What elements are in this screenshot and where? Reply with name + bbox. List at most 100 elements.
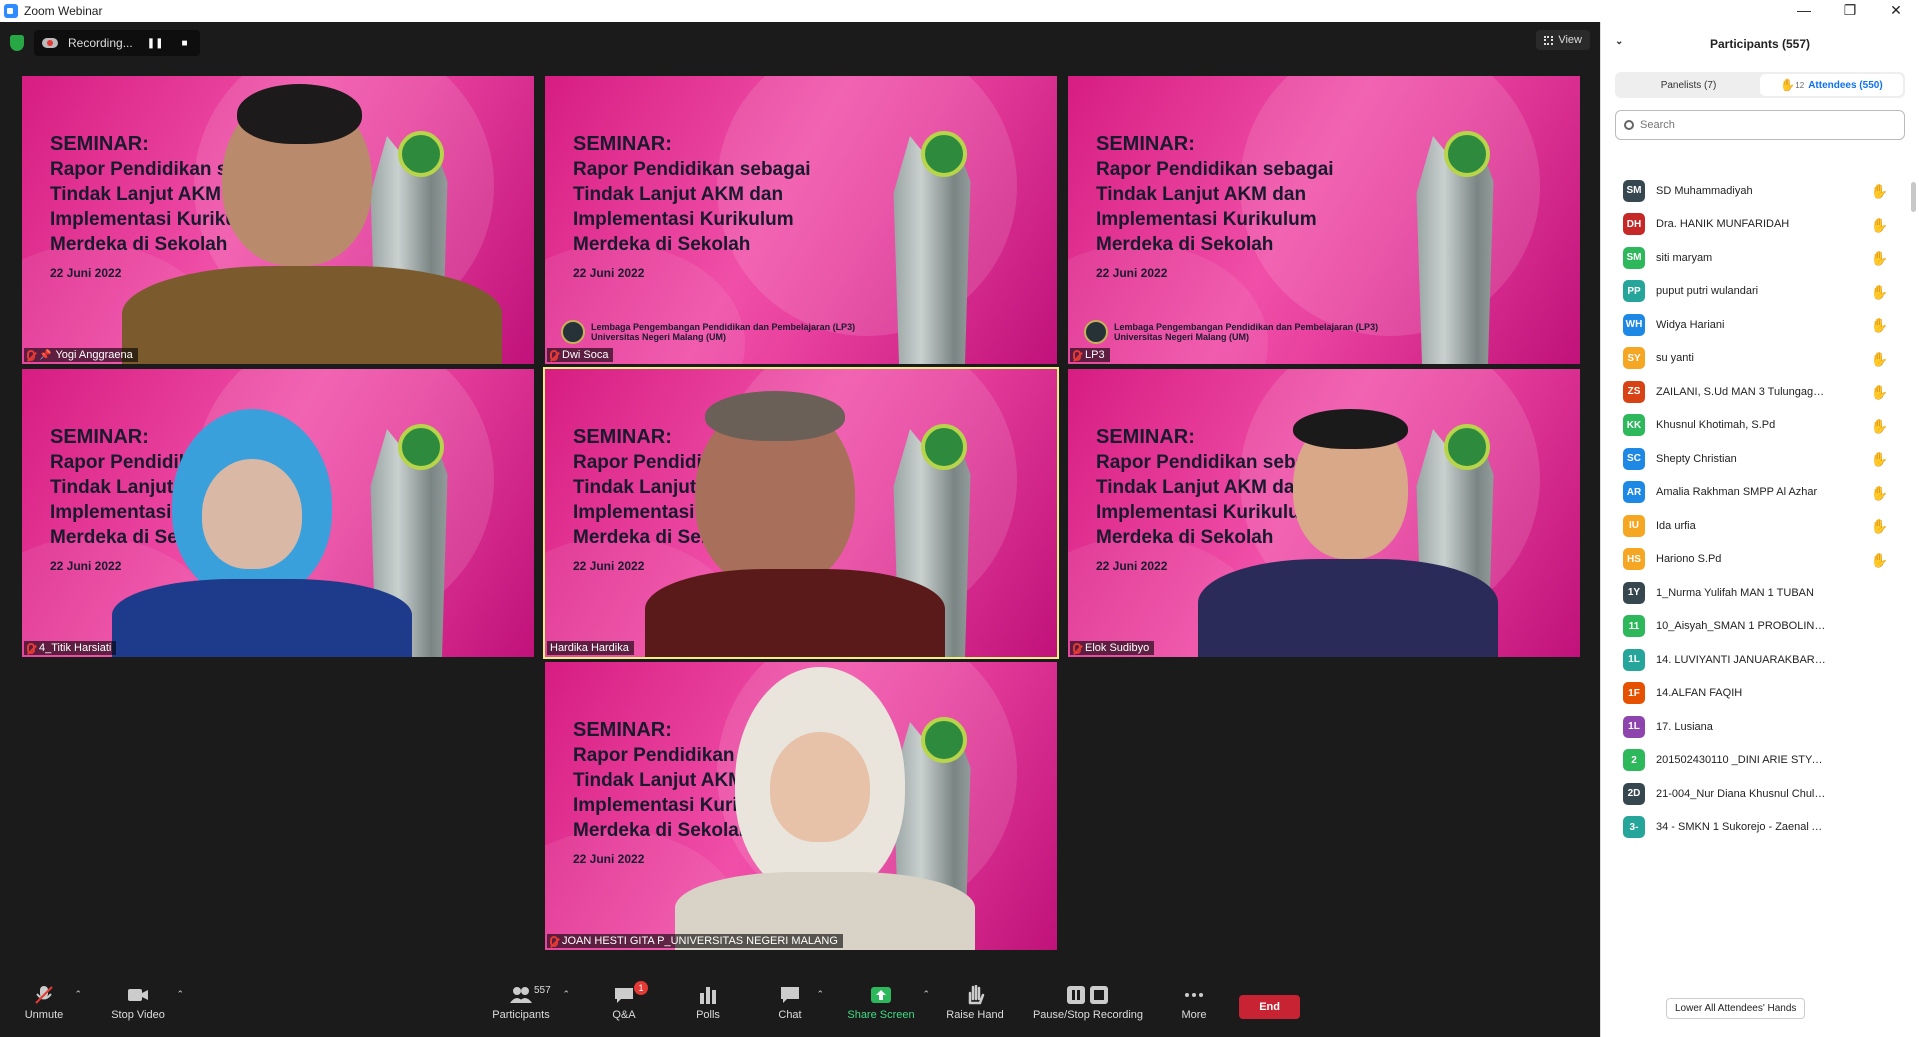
chat-button[interactable]: Chat ⌃ <box>770 985 824 1021</box>
participant-row[interactable]: 1L 14. LUVIYANTI JANUARAKBARI, S. Pd.... <box>1601 643 1906 677</box>
avatar: KK <box>1623 414 1645 437</box>
close-button[interactable]: ✕ <box>1873 0 1919 22</box>
participant-name: 10_Aisyah_SMAN 1 PROBOLINGGO <box>1656 620 1826 633</box>
participant-row[interactable]: SC Shepty Christian ✋ <box>1601 442 1906 476</box>
video-tile[interactable]: SEMINAR: Rapor Pendidikan sebagai Tindak… <box>22 369 534 657</box>
participant-name-tag: 4_Titik Harsiati <box>24 641 117 655</box>
video-tile[interactable]: SEMINAR: Rapor Pendidikan sebagai Tindak… <box>1068 369 1580 657</box>
collapse-chevron-icon[interactable]: ⌄ <box>1615 36 1623 47</box>
participant-name-tag: Elok Sudibyo <box>1070 641 1155 655</box>
participant-name: SD Muhammadiyah <box>1656 184 1753 197</box>
restore-button[interactable]: ❐ <box>1827 0 1873 22</box>
pause-recording-icon[interactable]: ❚❚ <box>143 38 168 49</box>
participant-row[interactable]: 11 10_Aisyah_SMAN 1 PROBOLINGGO <box>1601 610 1906 644</box>
video-tile[interactable]: SEMINAR: Rapor Pendidikan sebagai Tindak… <box>1068 76 1580 364</box>
recording-label: Recording... <box>68 36 133 50</box>
share-caret[interactable]: ⌃ <box>922 989 930 1000</box>
participant-row[interactable]: DH Dra. HANIK MUNFARIDAH ✋ <box>1601 208 1906 242</box>
unmute-button[interactable]: Unmute ⌃ <box>20 985 82 1021</box>
tab-panelists[interactable]: Panelists (7) <box>1617 74 1760 96</box>
participant-row[interactable]: PP puput putri wulandari ✋ <box>1601 275 1906 309</box>
participant-row[interactable]: WH Widya Hariani ✋ <box>1601 308 1906 342</box>
participant-row[interactable]: 2D 21-004_Nur Diana Khusnul Chuluqiyah <box>1601 777 1906 811</box>
raised-hand-icon: ✋ <box>1870 451 1888 467</box>
qa-button[interactable]: Q&A 1 <box>604 981 648 1021</box>
participant-row[interactable]: 2 201502430110 _DINI ARIE STYANING... <box>1601 744 1906 778</box>
participant-name-tag: Hardika Hardika <box>547 641 634 655</box>
avatar: SY <box>1623 347 1645 370</box>
muted-mic-icon <box>1073 349 1081 361</box>
participant-row[interactable]: ZS ZAILANI, S.Ud MAN 3 Tulungagu... ✋ <box>1601 375 1906 409</box>
video-tile[interactable]: SEMINAR: Rapor Pendidikan sebagai Tindak… <box>545 662 1057 950</box>
list-scrollbar[interactable] <box>1911 182 1916 212</box>
view-button[interactable]: View <box>1536 30 1590 50</box>
participant-name-tag: LP3 <box>1070 348 1110 362</box>
stop-video-button[interactable]: Stop Video ⌃ <box>106 985 184 1021</box>
raised-hand-icon: ✋ <box>1870 417 1888 434</box>
participant-row[interactable]: HS Hariono S.Pd ✋ <box>1601 543 1906 577</box>
um-seal-icon <box>561 320 585 344</box>
more-button[interactable]: More <box>1174 985 1214 1021</box>
participant-name: 21-004_Nur Diana Khusnul Chuluqiyah <box>1656 787 1826 800</box>
video-tile-active-speaker[interactable]: SEMINAR: Rapor Pendidikan sebagai Tindak… <box>543 367 1059 659</box>
cloud-record-icon <box>42 38 58 48</box>
zoom-app-icon <box>4 4 18 18</box>
video-tile[interactable]: SEMINAR: Rapor Pendidikan sebagai Tindak… <box>545 76 1057 364</box>
video-options-caret[interactable]: ⌃ <box>176 989 184 1000</box>
participant-name-tag: Dwi Soca <box>547 348 614 362</box>
avatar: PP <box>1623 280 1645 303</box>
avatar: 2 <box>1623 749 1645 772</box>
participant-row[interactable]: SY su yanti ✋ <box>1601 342 1906 376</box>
participants-button[interactable]: Participants 557 ⌃ <box>486 985 570 1021</box>
security-shield-icon[interactable] <box>10 35 24 51</box>
raise-hand-button[interactable]: Raise Hand <box>944 985 1006 1021</box>
participant-row[interactable]: 1L 17. Lusiana <box>1601 710 1906 744</box>
tab-attendees[interactable]: ✋ 12 Attendees (550) <box>1760 74 1903 96</box>
participant-name: 17. Lusiana <box>1656 720 1713 733</box>
polls-button[interactable]: Polls <box>688 985 728 1021</box>
participant-row[interactable]: 1F 14.ALFAN FAQIH <box>1601 677 1906 711</box>
raised-hand-icon: ✋ <box>1870 350 1888 367</box>
minimize-button[interactable]: — <box>1781 0 1827 22</box>
participant-row[interactable]: SM siti maryam ✋ <box>1601 241 1906 275</box>
participant-name: puput putri wulandari <box>1656 285 1759 298</box>
participant-name: Hariono S.Pd <box>1656 553 1722 566</box>
participant-row[interactable]: 1Y 1_Nurma Yulifah MAN 1 TUBAN <box>1601 576 1906 610</box>
pause-stop-recording-button[interactable]: Pause/Stop Recording <box>1028 985 1148 1021</box>
avatar: 11 <box>1623 615 1645 638</box>
avatar: SM <box>1623 179 1645 202</box>
participants-count: 557 <box>534 985 551 996</box>
end-button[interactable]: End <box>1239 995 1300 1019</box>
avatar: SC <box>1623 447 1645 470</box>
participant-name: 201502430110 _DINI ARIE STYANING... <box>1656 754 1826 767</box>
raised-hand-icon: ✋ <box>1870 216 1888 233</box>
search-box[interactable] <box>1615 110 1905 140</box>
search-input[interactable] <box>1640 119 1860 131</box>
share-screen-button[interactable]: Share Screen ⌃ <box>846 985 930 1021</box>
audio-options-caret[interactable]: ⌃ <box>74 989 82 1000</box>
raised-hand-icon: ✋ <box>1780 78 1796 92</box>
stop-recording-icon[interactable]: ■ <box>177 38 191 49</box>
chat-icon <box>781 987 799 1003</box>
avatar: DH <box>1623 213 1645 236</box>
muted-mic-icon <box>1073 642 1081 654</box>
participant-row[interactable]: KK Khusnul Khotimah, S.Pd ✋ <box>1601 409 1906 443</box>
participant-name: Widya Hariani <box>1656 318 1725 331</box>
muted-mic-icon <box>27 349 35 361</box>
avatar: WH <box>1623 313 1645 336</box>
lower-all-hands-button[interactable]: Lower All Attendees' Hands <box>1666 998 1806 1019</box>
participant-name: 14. LUVIYANTI JANUARAKBARI, S. Pd.... <box>1656 653 1826 666</box>
chat-caret[interactable]: ⌃ <box>816 989 824 1000</box>
participants-caret[interactable]: ⌃ <box>562 989 570 1000</box>
participant-name: ZAILANI, S.Ud MAN 3 Tulungagu... <box>1656 385 1826 398</box>
participant-row[interactable]: SM SD Muhammadiyah ✋ <box>1601 174 1906 208</box>
participant-row[interactable]: IU Ida urfia ✋ <box>1601 509 1906 543</box>
participant-row[interactable]: 3- 34 - SMKN 1 Sukorejo - Zaenal Arifin <box>1601 811 1906 845</box>
video-tile[interactable]: SEMINAR: Rapor Pendidikan sebagai Tindak… <box>22 76 534 364</box>
qa-bubble-icon <box>615 988 633 1003</box>
raised-hand-icon: ✋ <box>1870 283 1888 300</box>
participants-panel: ⌄ Participants (557) Panelists (7) ✋ 12 At… <box>1600 22 1919 1037</box>
muted-mic-icon <box>27 642 35 654</box>
participants-icon <box>510 987 532 1003</box>
participant-row[interactable]: AR Amalia Rakhman SMPP Al Azhar ✋ <box>1601 476 1906 510</box>
